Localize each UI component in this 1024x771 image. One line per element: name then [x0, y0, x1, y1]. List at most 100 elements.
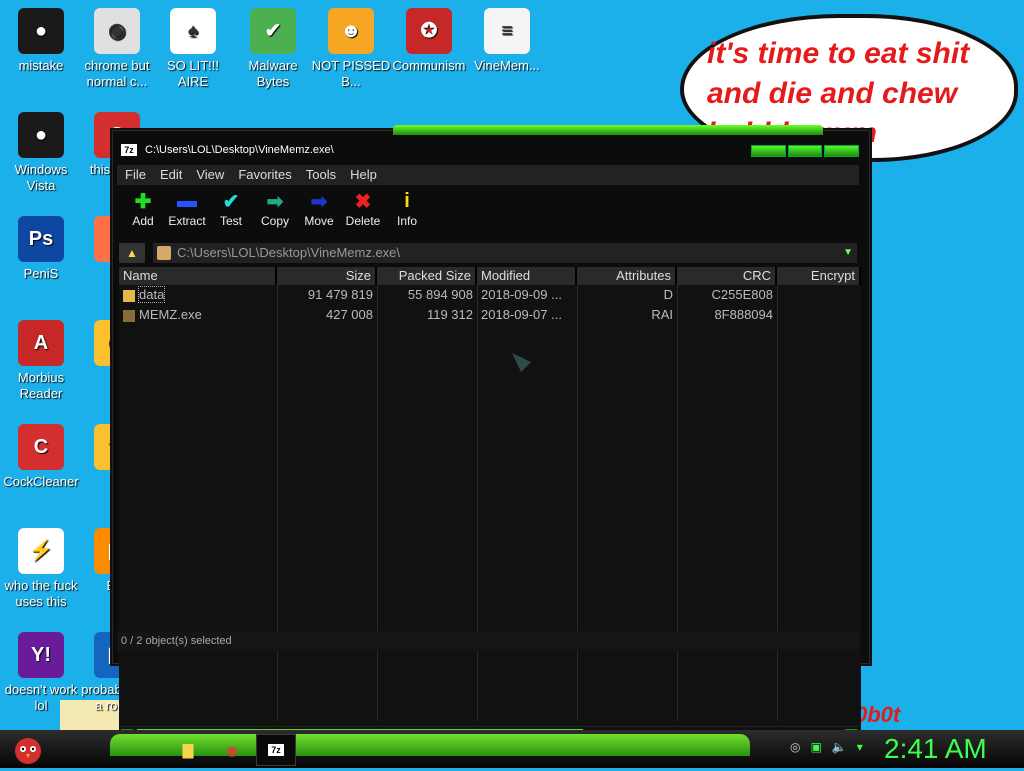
- 7zip-icon: 7z: [268, 744, 284, 756]
- start-button[interactable]: [8, 734, 48, 766]
- window-titlebar[interactable]: 7z C:\Users\LOL\Desktop\VineMemz.exe\: [113, 139, 869, 163]
- column-header-packed-size[interactable]: Packed Size: [377, 267, 477, 285]
- angry-pig-icon: ☻: [328, 8, 374, 54]
- desktop-icon[interactable]: Ps PeniS: [0, 216, 82, 282]
- column-header-name[interactable]: Name: [119, 267, 277, 285]
- cell-crc: C255E808: [711, 287, 773, 302]
- menu-edit[interactable]: Edit: [160, 165, 182, 185]
- close-button[interactable]: [824, 145, 860, 157]
- window-glow: [393, 125, 823, 135]
- cell-packed: 119 312: [426, 307, 473, 322]
- desktop-icon[interactable]: Y! doesn't work lol: [0, 632, 82, 714]
- clock[interactable]: 2:41 AM: [884, 733, 987, 765]
- cell-attributes: RAI: [651, 307, 673, 322]
- table-row[interactable]: data 91 479 819 55 894 908 2018-09-09 ... D C…: [119, 285, 861, 305]
- address-text: C:\Users\LOL\Desktop\VineMemz.exe\: [177, 245, 401, 260]
- desktop-icon-label: Communism: [392, 58, 466, 73]
- chrome-icon: ◉: [94, 8, 140, 54]
- address-field[interactable]: C:\Users\LOL\Desktop\VineMemz.exe\ ▼: [153, 243, 857, 263]
- 7zip-window[interactable]: 7z C:\Users\LOL\Desktop\VineMemz.exe\ Fi…: [112, 125, 870, 743]
- chevron-down-icon[interactable]: ▼: [843, 243, 853, 263]
- desktop-icon[interactable]: ◉ chrome but normal c...: [76, 8, 158, 90]
- address-bar: ▲ C:\Users\LOL\Desktop\VineMemz.exe\ ▼: [117, 242, 859, 264]
- desktop-icon-label: mistake: [18, 58, 64, 73]
- menu-file[interactable]: File: [125, 165, 146, 185]
- menu-help[interactable]: Help: [350, 165, 377, 185]
- toolbar-label: Add: [132, 214, 154, 228]
- table-row[interactable]: MEMZ.exe 427 008 119 312 2018-09-07 ... RAI 8…: [119, 305, 861, 325]
- network-icon[interactable]: ▣: [810, 740, 821, 754]
- taskbar-folder-icon[interactable]: ▇: [174, 738, 202, 762]
- desktop-icon[interactable]: ⚡ who the fuck uses this: [0, 528, 82, 610]
- menu-favorites[interactable]: Favorites: [238, 165, 291, 185]
- column-header-attributes[interactable]: Attributes: [577, 267, 677, 285]
- taskbar-chrome-icon[interactable]: ◉: [218, 738, 246, 762]
- up-folder-button[interactable]: ▲: [119, 243, 145, 263]
- info-button[interactable]: i Info: [387, 188, 427, 238]
- add-button[interactable]: ✚ Add: [123, 188, 163, 238]
- solitaire-icon: ♠: [170, 8, 216, 54]
- desktop-icon[interactable]: ≡ VineMem...: [466, 8, 548, 74]
- column-header-modified[interactable]: Modified: [477, 267, 577, 285]
- maximize-button[interactable]: [787, 145, 823, 157]
- taskbar-glow: [110, 734, 750, 756]
- menu-view[interactable]: View: [196, 165, 224, 185]
- toolbar-label: Test: [219, 214, 242, 228]
- copy-button[interactable]: ➡ Copy: [255, 188, 295, 238]
- status-text: 0 / 2 object(s) selected: [121, 635, 232, 647]
- move-button[interactable]: ➡ Move: [299, 188, 339, 238]
- chevron-down-icon[interactable]: ▾: [857, 740, 863, 754]
- column-divider: [477, 285, 478, 721]
- column-divider: [677, 285, 678, 721]
- yahoo-icon: Y!: [18, 632, 64, 678]
- file-list-body: data 91 479 819 55 894 908 2018-09-09 ... D C…: [119, 285, 861, 325]
- file-name: MEMZ.exe: [139, 307, 202, 322]
- column-divider: [577, 285, 578, 721]
- status-bar: 0 / 2 object(s) selected: [117, 631, 859, 651]
- toolbar-label: Extract: [168, 214, 206, 228]
- extract-button[interactable]: ▬ Extract: [167, 188, 207, 238]
- desktop-icon[interactable]: ● mistake: [0, 8, 82, 74]
- steam-icon[interactable]: ◎: [790, 740, 800, 754]
- volume-icon[interactable]: 🔈: [832, 740, 847, 754]
- photoshop-icon: Ps: [18, 216, 64, 262]
- minimize-button[interactable]: [751, 145, 786, 157]
- plus-icon: ✚: [134, 190, 152, 213]
- toolbar-label: Info: [396, 214, 417, 228]
- desktop-icon-label: Morbius Reader: [17, 370, 65, 401]
- razer-icon: ●: [18, 8, 64, 54]
- archive-icon: [157, 246, 171, 260]
- delete-x-icon: ✖: [354, 190, 372, 213]
- 7zip-app-icon: 7z: [121, 144, 137, 156]
- desktop-icon[interactable]: ✔ Malware Bytes: [232, 8, 314, 90]
- cell-size: 91 479 819: [307, 287, 373, 302]
- taskbar-7zip-item[interactable]: 7z: [256, 734, 296, 766]
- system-tray: ◎ ▣ 🔈 ▾: [790, 740, 863, 754]
- desktop-icon-label: CockCleaner: [3, 474, 79, 489]
- desktop-icon[interactable]: ✪ Communism: [388, 8, 470, 74]
- desktop-icon[interactable]: ♠ SO LIT!!! AIRE: [152, 8, 234, 90]
- razer-icon: ●: [18, 112, 64, 158]
- menu-tools[interactable]: Tools: [306, 165, 336, 185]
- pdf-icon: A: [18, 320, 64, 366]
- minus-icon: ▬: [177, 189, 197, 212]
- column-header-encrypt[interactable]: Encrypt: [777, 267, 861, 285]
- column-header-size[interactable]: Size: [277, 267, 377, 285]
- desktop-icon[interactable]: ☻ NOT PISSED B...: [310, 8, 392, 90]
- document-icon: ≡: [484, 8, 530, 54]
- desktop-icon[interactable]: ● Windows Vista: [0, 112, 82, 194]
- cell-encrypt: [777, 305, 861, 325]
- column-header-crc[interactable]: CRC: [677, 267, 777, 285]
- lightning-icon: ⚡: [18, 528, 64, 574]
- desktop-icon[interactable]: A Morbius Reader: [0, 320, 82, 402]
- cell-modified: 2018-09-07 ...: [481, 307, 562, 322]
- cell-size: 427 008: [326, 307, 373, 322]
- desktop-icon-label: Malware Bytes: [248, 58, 298, 89]
- desktop-icon[interactable]: C CockCleaner: [0, 424, 82, 490]
- cell-packed: 55 894 908: [407, 287, 473, 302]
- cell-name: data: [119, 285, 277, 305]
- test-button[interactable]: ✔ Test: [211, 188, 251, 238]
- move-arrow-icon: ➡: [310, 190, 328, 213]
- delete-button[interactable]: ✖ Delete: [343, 188, 383, 238]
- cell-modified: 2018-09-09 ...: [481, 287, 562, 302]
